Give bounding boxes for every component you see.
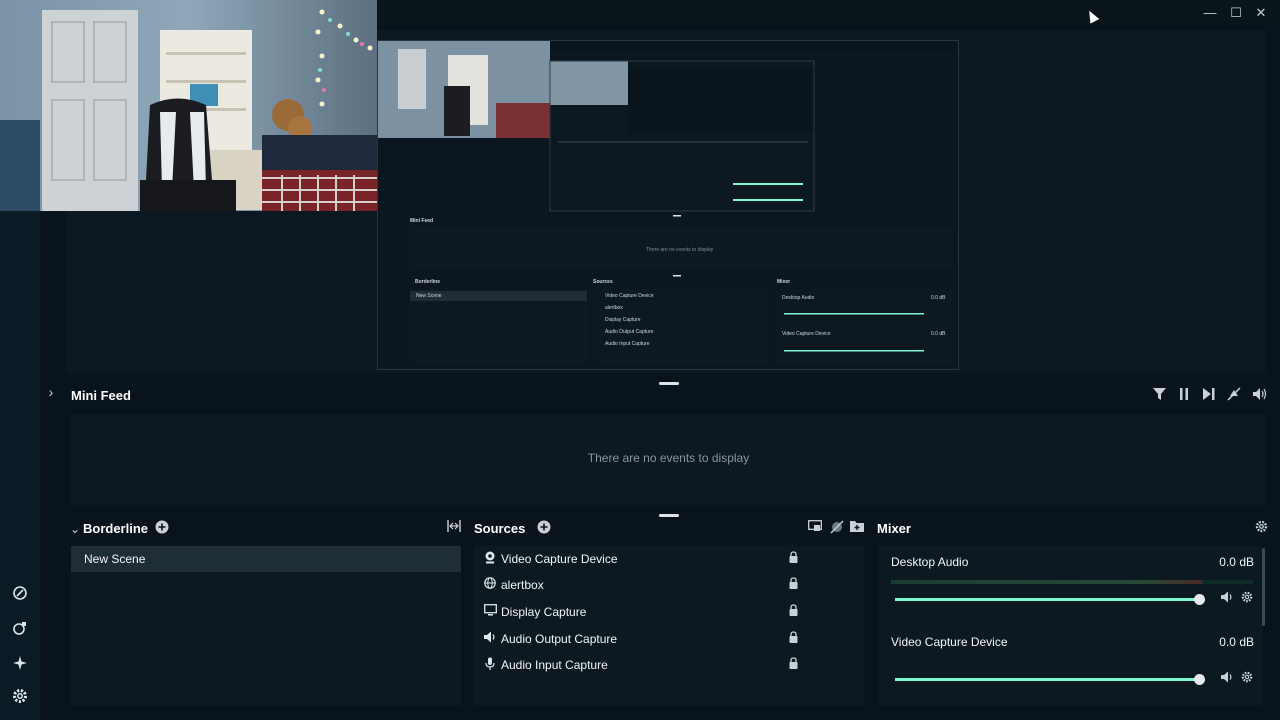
volume-meter xyxy=(891,580,1253,584)
scene-item[interactable]: New Scene xyxy=(71,546,461,572)
microphone-icon xyxy=(482,657,498,673)
scene-item-label: New Scene xyxy=(84,552,146,566)
mixer-title: Mixer xyxy=(877,521,911,536)
nested-source-item: Audio Input Capture xyxy=(605,341,650,347)
speaker-icon[interactable] xyxy=(1219,591,1235,607)
nested-channel-name: Desktop Audio xyxy=(782,295,815,301)
nested-source-item: Audio Output Capture xyxy=(605,329,654,335)
maximize-button[interactable]: ☐ xyxy=(1223,3,1249,23)
nested-source-item: alertbox xyxy=(605,305,623,311)
nested-source-item: Video Capture Device xyxy=(605,293,654,299)
mini-feed-empty-text: There are no events to display xyxy=(587,451,750,465)
highlighter-icon[interactable] xyxy=(10,654,30,674)
source-label: Video Capture Device xyxy=(501,552,618,566)
lock-icon[interactable] xyxy=(786,577,800,593)
add-scene-icon[interactable] xyxy=(154,520,170,536)
gear-icon[interactable] xyxy=(1239,671,1255,687)
channel-name: Video Capture Device xyxy=(891,635,1008,649)
source-item[interactable]: alertbox xyxy=(474,572,864,598)
webcam-icon xyxy=(482,551,498,567)
chevron-down-icon[interactable]: ⌄ xyxy=(67,521,83,537)
minimize-button[interactable]: — xyxy=(1197,3,1223,23)
nested-channel-db: 0.0 dB xyxy=(931,331,946,337)
pause-icon[interactable] xyxy=(1175,387,1193,405)
source-label: Audio Output Capture xyxy=(501,632,618,646)
mixer-panel: Desktop Audio 0.0 dB Video Capture Devic… xyxy=(878,546,1262,706)
slider-knob[interactable] xyxy=(1194,594,1205,605)
volume-slider[interactable] xyxy=(895,674,1205,685)
add-source-icon[interactable] xyxy=(536,520,552,536)
themes-icon[interactable] xyxy=(10,584,30,604)
slider-fill xyxy=(895,678,1199,681)
stream-preview[interactable]: Mini Feed There are no events to display… xyxy=(377,40,959,370)
nested-scenes-title: Borderline xyxy=(415,279,441,285)
lock-icon[interactable] xyxy=(786,657,800,673)
channel-db: 0.0 dB xyxy=(1219,555,1254,569)
add-folder-icon[interactable] xyxy=(849,520,865,536)
source-selection-icon[interactable] xyxy=(807,520,823,536)
nested-feed-title: Mini Feed xyxy=(410,218,434,224)
nested-channel-name: Video Capture Device xyxy=(782,331,831,337)
nested-channel-db: 0.0 dB xyxy=(931,295,946,301)
source-label: Audio Input Capture xyxy=(501,658,608,672)
nested-mixer-title: Mixer xyxy=(777,279,791,285)
speaker-icon[interactable] xyxy=(1219,671,1235,687)
app-store-icon[interactable] xyxy=(10,619,30,639)
mixer-channel: Desktop Audio 0.0 dB xyxy=(878,546,1262,621)
speaker-icon xyxy=(482,631,498,647)
monitor-icon xyxy=(482,604,498,620)
streamlabs-window: — ☐ ✕ Mini Feed There are no events to d… xyxy=(0,0,1280,720)
webcam-feed xyxy=(0,0,377,211)
globe-icon xyxy=(482,577,498,593)
channel-db: 0.0 dB xyxy=(1219,635,1254,649)
scene-collection-title[interactable]: Borderline xyxy=(83,521,148,536)
source-item[interactable]: Video Capture Device xyxy=(474,546,864,572)
source-label: alertbox xyxy=(501,578,544,592)
volume-icon[interactable] xyxy=(1251,387,1269,405)
lock-icon[interactable] xyxy=(786,604,800,620)
slider-knob[interactable] xyxy=(1194,674,1205,685)
slider-fill xyxy=(895,598,1199,601)
chevron-right-icon[interactable]: › xyxy=(44,384,58,400)
source-item[interactable]: Audio Output Capture xyxy=(474,626,864,652)
lock-icon[interactable] xyxy=(786,551,800,567)
gear-icon[interactable] xyxy=(1239,591,1255,607)
nested-scene-item: New Scene xyxy=(416,293,442,299)
volume-slider[interactable] xyxy=(895,594,1205,605)
filter-icon[interactable] xyxy=(1150,387,1168,405)
meter-level xyxy=(891,580,1203,584)
settings-icon[interactable] xyxy=(10,688,30,708)
source-item[interactable]: Audio Input Capture xyxy=(474,652,864,678)
scene-transitions-icon[interactable] xyxy=(446,520,462,536)
scenes-panel: New Scene xyxy=(71,546,461,706)
preview-image xyxy=(378,41,958,369)
sources-panel: Video Capture Device alertbox Display Ca… xyxy=(474,546,864,706)
mini-feed-title: Mini Feed xyxy=(71,388,131,403)
feed-resize-handle[interactable] xyxy=(659,514,679,517)
mixer-settings-icon[interactable] xyxy=(1253,520,1269,536)
nested-feed-empty: There are no events to display xyxy=(646,247,714,253)
mini-feed-panel: There are no events to display xyxy=(71,414,1266,505)
nested-source-item: Display Capture xyxy=(605,317,641,323)
channel-name: Desktop Audio xyxy=(891,555,969,569)
lock-icon[interactable] xyxy=(786,631,800,647)
webcam-image xyxy=(0,0,377,211)
mixer-scrollbar[interactable] xyxy=(1262,548,1265,626)
mute-source-icon[interactable] xyxy=(829,520,845,536)
source-label: Display Capture xyxy=(501,605,587,619)
close-button[interactable]: ✕ xyxy=(1248,3,1274,23)
mute-alerts-icon[interactable] xyxy=(1225,387,1243,405)
mixer-channel: Video Capture Device 0.0 dB xyxy=(878,626,1262,701)
nested-sources-title: Sources xyxy=(593,279,613,285)
source-item[interactable]: Display Capture xyxy=(474,599,864,625)
sources-title: Sources xyxy=(474,521,526,536)
skip-icon[interactable] xyxy=(1200,387,1218,405)
preview-resize-handle[interactable] xyxy=(659,382,679,385)
